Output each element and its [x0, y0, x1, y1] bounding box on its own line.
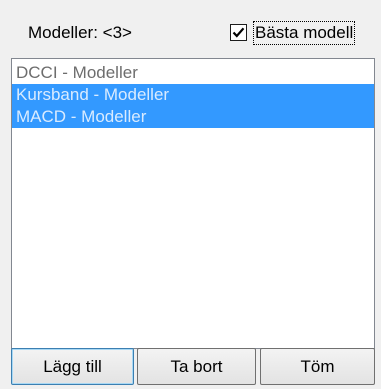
models-listbox[interactable]: DCCI - Modeller Kursband - Modeller MACD…	[11, 58, 375, 349]
add-button[interactable]: Lägg till	[11, 348, 134, 385]
checkbox-box[interactable]	[230, 24, 247, 41]
best-models-checkbox[interactable]: Bästa modell	[230, 20, 381, 46]
models-panel: Modeller: <3> Bästa modell DCCI - Modell…	[0, 0, 381, 389]
best-models-label: Bästa modell	[252, 21, 356, 45]
clear-button[interactable]: Töm	[260, 348, 375, 385]
list-item[interactable]: Kursband - Modeller	[12, 84, 374, 106]
remove-button[interactable]: Ta bort	[137, 348, 256, 385]
list-item[interactable]: DCCI - Modeller	[12, 62, 374, 84]
list-item[interactable]: MACD - Modeller	[12, 106, 374, 128]
add-button-label: Lägg till	[43, 357, 102, 376]
remove-button-label: Ta bort	[170, 357, 223, 376]
checkmark-icon	[232, 27, 245, 38]
models-count-label: Modeller: <3>	[28, 23, 132, 42]
clear-button-label: Töm	[300, 357, 335, 376]
